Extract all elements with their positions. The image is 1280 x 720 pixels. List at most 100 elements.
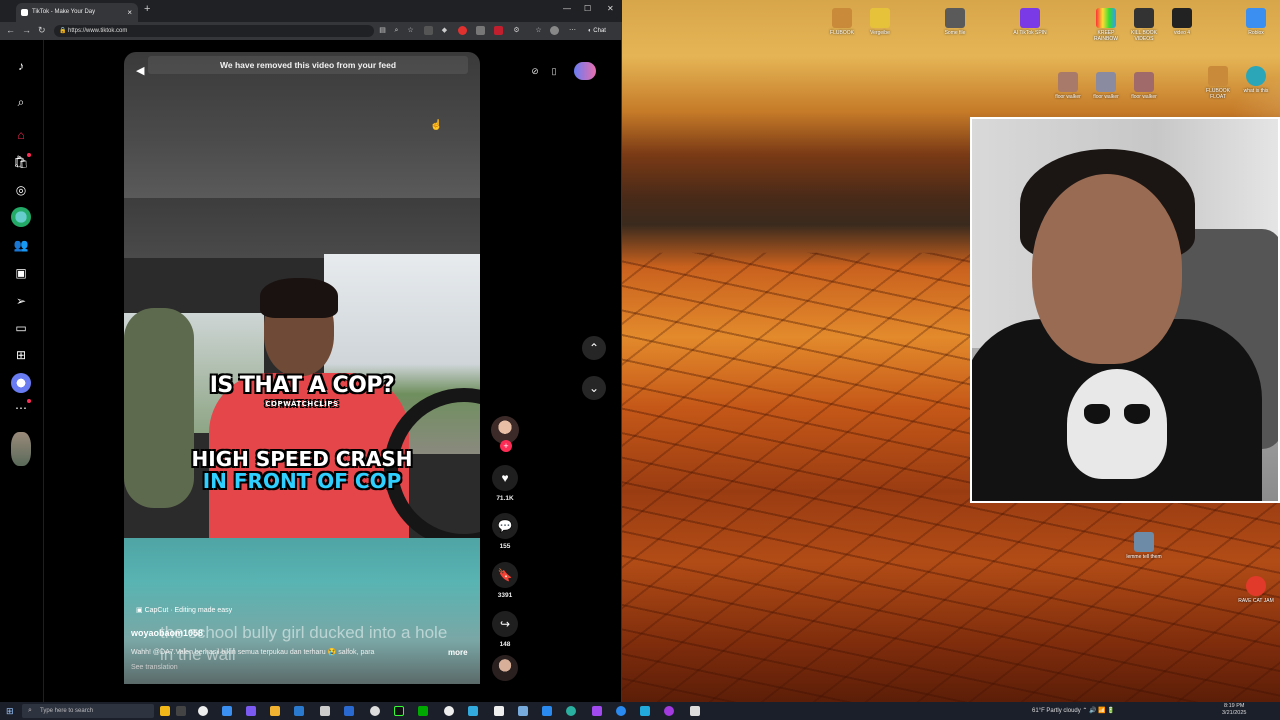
- app-icon[interactable]: [198, 706, 208, 716]
- extension-icon[interactable]: [476, 26, 485, 35]
- mute-icon[interactable]: ◀︎: [136, 64, 144, 77]
- app-icon[interactable]: [370, 706, 380, 716]
- system-tray[interactable]: 61°F Partly cloudy ⌃ 🔊 📶 🔋: [1032, 704, 1115, 718]
- app-icon[interactable]: [320, 706, 330, 716]
- previous-video-chevron-up-icon[interactable]: ⌃: [582, 336, 606, 360]
- desktop-icon[interactable]: FLUBOOK: [822, 8, 862, 36]
- desktop-icon[interactable]: FLUBOOK FLOAT: [1198, 66, 1238, 100]
- desktop-icon[interactable]: KREEP RAINBOW: [1086, 8, 1126, 42]
- app-icon[interactable]: [222, 706, 232, 716]
- desktop-icon[interactable]: Roblox: [1236, 8, 1276, 36]
- copilot-icon[interactable]: [160, 706, 170, 716]
- taskbar-search[interactable]: ⌕ Type here to search: [22, 704, 154, 718]
- live-icon[interactable]: ▣: [11, 263, 31, 283]
- next-video-chevron-down-icon[interactable]: ⌄: [582, 376, 606, 400]
- reader-icon[interactable]: ▤: [378, 26, 387, 35]
- capcut-tag[interactable]: ▣ CapCut · Editing made easy: [136, 606, 232, 614]
- back-icon[interactable]: ←: [6, 25, 15, 35]
- steam-icon[interactable]: [690, 706, 700, 716]
- copilot-chat-button[interactable]: ◐ Chat: [588, 25, 606, 37]
- clock-date: 3/21/2025: [1222, 710, 1247, 716]
- more-link[interactable]: more: [448, 648, 468, 657]
- desktop-icon[interactable]: Some file: [935, 8, 975, 36]
- bookmark-icon[interactable]: 🔖: [492, 562, 518, 588]
- shop-icon[interactable]: 🛍: [11, 152, 31, 172]
- music-disc-avatar[interactable]: [492, 655, 518, 681]
- follow-plus-icon[interactable]: +: [500, 440, 512, 452]
- tiktok-logo-icon[interactable]: ♪: [11, 56, 31, 76]
- close-tab-icon[interactable]: ×: [127, 3, 132, 22]
- account-icon[interactable]: [574, 62, 596, 80]
- home-icon[interactable]: ⌂: [11, 125, 31, 145]
- desktop-icon[interactable]: what is this: [1236, 66, 1276, 94]
- favorite-star-icon[interactable]: ☆: [406, 26, 415, 35]
- punisher-skull-shirt: [1067, 369, 1167, 479]
- desktop-icon[interactable]: AI TikTok SPIN: [1010, 8, 1050, 36]
- app-icon[interactable]: [592, 706, 602, 716]
- app-icon[interactable]: [246, 706, 256, 716]
- new-tab-icon[interactable]: +: [144, 3, 150, 15]
- more-icon[interactable]: ⋯: [11, 398, 31, 418]
- file-explorer-icon[interactable]: [270, 706, 280, 716]
- video-author[interactable]: woyaobaom1058: [131, 628, 203, 638]
- profile-avatar[interactable]: [550, 26, 559, 35]
- extensions-puzzle-icon[interactable]: ⚙: [512, 26, 521, 35]
- search-icon[interactable]: ⌕: [11, 92, 31, 112]
- explore-icon[interactable]: ◎: [11, 180, 31, 200]
- extension-icon[interactable]: [424, 26, 433, 35]
- app-icon[interactable]: [344, 706, 354, 716]
- reload-icon[interactable]: ↻: [38, 25, 46, 36]
- url-bar[interactable]: 🔒 https://www.tiktok.com: [54, 25, 374, 37]
- close-window-icon[interactable]: ✕: [607, 4, 614, 13]
- zoom-icon[interactable]: ⌕: [392, 26, 401, 35]
- minimize-icon[interactable]: —: [563, 4, 571, 13]
- profile-icon[interactable]: [11, 373, 31, 393]
- desktop-icon[interactable]: KILL BOOK VIDEOS: [1124, 8, 1164, 42]
- desktop-icon[interactable]: floor walker: [1086, 72, 1126, 100]
- upload-icon[interactable]: ⊞: [11, 345, 31, 365]
- see-translation-link[interactable]: See translation: [131, 664, 178, 671]
- desktop-icon-label: Vergeibe: [870, 30, 890, 36]
- app-icon[interactable]: [664, 706, 674, 716]
- messages-icon[interactable]: ➢: [11, 291, 31, 311]
- clock[interactable]: 8:19 PM 3/21/2025: [1222, 703, 1246, 717]
- app-icon[interactable]: [468, 706, 478, 716]
- extension-icon[interactable]: [494, 26, 503, 35]
- desktop-icon[interactable]: floor walker: [1048, 72, 1088, 100]
- streamer-avatar-icon[interactable]: [11, 432, 31, 466]
- comment-icon[interactable]: 💬: [492, 513, 518, 539]
- app-icon[interactable]: [518, 706, 528, 716]
- app-icon[interactable]: [640, 706, 650, 716]
- maximize-icon[interactable]: ☐: [584, 4, 591, 13]
- app-icon[interactable]: [616, 706, 626, 716]
- app-icon[interactable]: [418, 706, 428, 716]
- desktop-icon[interactable]: video 4: [1162, 8, 1202, 36]
- forward-icon[interactable]: →: [22, 25, 31, 35]
- app-icon[interactable]: [542, 706, 552, 716]
- friends-icon[interactable]: 👥: [11, 235, 31, 255]
- task-view-icon[interactable]: [176, 706, 186, 716]
- file-icon: [1208, 66, 1228, 86]
- activity-icon[interactable]: ▭: [11, 318, 31, 338]
- app-icon[interactable]: [494, 706, 504, 716]
- tab-tiktok[interactable]: TikTok - Make Your Day ×: [16, 3, 138, 22]
- app-icon[interactable]: [394, 706, 404, 716]
- app-icon[interactable]: [566, 706, 576, 716]
- desktop-icon[interactable]: floor walker: [1124, 72, 1164, 100]
- windows-start-icon[interactable]: ⊞: [6, 706, 14, 717]
- desktop-icon[interactable]: RAVE CAT JAM: [1236, 576, 1276, 604]
- following-avatar-icon[interactable]: [11, 207, 31, 227]
- desktop-icon[interactable]: Vergeibe: [860, 8, 900, 36]
- more-menu-icon[interactable]: ⋯: [568, 26, 577, 35]
- autoscroll-icon[interactable]: ⊘: [526, 62, 544, 80]
- device-icon[interactable]: ▯: [545, 62, 563, 80]
- desktop-icon[interactable]: lemme tell them: [1124, 532, 1164, 560]
- favorites-icon[interactable]: ☆: [534, 26, 543, 35]
- edge-icon[interactable]: [294, 706, 304, 716]
- extension-icon[interactable]: ◆: [440, 26, 449, 35]
- share-icon[interactable]: ↪: [492, 611, 518, 637]
- app-icon[interactable]: [444, 706, 454, 716]
- save-action: 🔖 3391: [492, 562, 518, 599]
- heart-icon[interactable]: ♥: [492, 465, 518, 491]
- extension-icon[interactable]: [458, 26, 467, 35]
